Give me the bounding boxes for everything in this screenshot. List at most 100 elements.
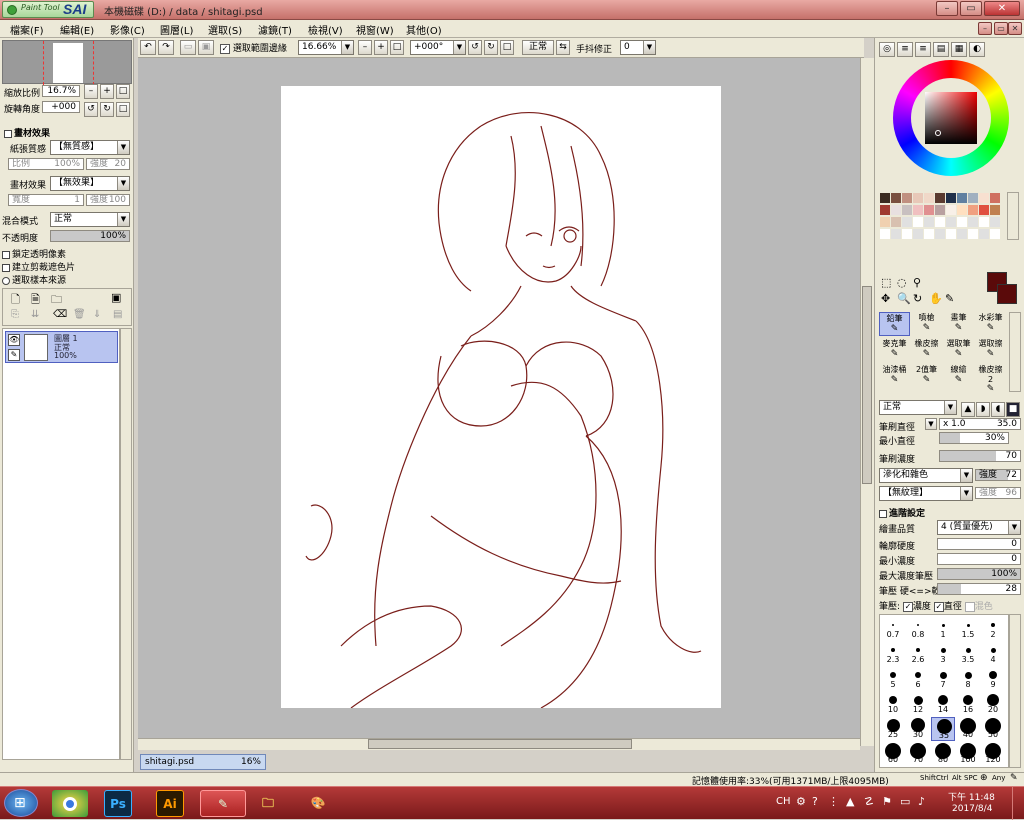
show-desktop-button[interactable]	[1012, 787, 1024, 820]
menu-layer[interactable]: 圖層(L)	[160, 22, 193, 37]
flag-icon[interactable]: ⚑	[882, 795, 892, 808]
illustrator-taskbar-icon[interactable]: Ai	[156, 790, 184, 817]
size-preset[interactable]: 12	[906, 692, 930, 716]
rotate-icon[interactable]: ↻	[913, 292, 922, 305]
color-swatch[interactable]	[902, 193, 912, 203]
color-swatch[interactable]	[880, 229, 890, 239]
select-edge-toggle[interactable]: ✓ 選取範圍邊緣	[220, 41, 287, 54]
shape-square-icon[interactable]: ■	[1006, 402, 1020, 417]
menu-image[interactable]: 影像(C)	[110, 22, 145, 37]
lock-alpha-option[interactable]: 鎖定透明像素	[2, 247, 66, 260]
color-swatch[interactable]	[990, 193, 1000, 203]
mask-icon[interactable]: ▣	[111, 291, 121, 304]
menu-view[interactable]: 檢視(V)	[308, 22, 343, 37]
color-swatch[interactable]	[880, 217, 890, 227]
flip-button[interactable]: ⇆	[556, 40, 570, 55]
shape-soft-icon[interactable]: ◖	[991, 402, 1005, 417]
new-layer-set-icon[interactable]: 🗎	[31, 291, 40, 310]
color-swatch[interactable]	[957, 205, 967, 215]
brush-tool[interactable]: 選取筆 ✎	[943, 338, 974, 362]
material-width-slider[interactable]: 寬度 1	[8, 194, 84, 206]
brush-tool[interactable]: 鉛筆 ✎	[879, 312, 910, 336]
brush-tool[interactable]: 線繪 ✎	[943, 364, 974, 388]
size-preset[interactable]: 1.5	[956, 617, 980, 641]
color-swatches[interactable]	[879, 192, 1007, 240]
shape-tri-icon[interactable]: ▲	[961, 402, 975, 417]
material-strength-slider[interactable]: 強度 100	[86, 194, 130, 206]
color-swatch[interactable]	[946, 205, 956, 215]
checkbox-icon[interactable]	[2, 263, 10, 272]
color-swatch[interactable]	[891, 205, 901, 215]
sample-source-option[interactable]: 選取樣本來源	[2, 273, 66, 286]
opacity-slider[interactable]: 100%	[50, 230, 130, 242]
zoom-select[interactable]: 16.66% ▼	[298, 40, 354, 55]
menu-file[interactable]: 檔案(F)	[10, 22, 44, 37]
new-layer-icon[interactable]: 🗋	[11, 291, 20, 310]
color-swatch[interactable]	[990, 217, 1000, 227]
color-swatch[interactable]	[902, 229, 912, 239]
size-preset[interactable]: 0.8	[906, 617, 930, 641]
color-swatch[interactable]	[968, 217, 978, 227]
move-icon[interactable]: ✥	[881, 292, 890, 305]
density-slider[interactable]: 70	[939, 450, 1021, 462]
size-preset[interactable]: 60	[881, 742, 905, 766]
size-preset[interactable]: 80	[931, 742, 955, 766]
color-swatch[interactable]	[880, 193, 890, 203]
horizontal-scroll-thumb[interactable]	[368, 739, 632, 749]
brush-tool[interactable]: 水彩筆 ✎	[975, 312, 1006, 336]
color-swatch[interactable]	[946, 229, 956, 239]
color-swatch[interactable]	[957, 229, 967, 239]
color-wheel[interactable]	[893, 60, 1009, 176]
layer-scrollbar[interactable]	[120, 328, 132, 760]
network-icon[interactable]: ▭	[900, 795, 910, 808]
size-preset[interactable]: 16	[956, 692, 980, 716]
size-preset[interactable]: 20	[981, 692, 1005, 716]
color-swatch[interactable]	[957, 193, 967, 203]
invert-select-button[interactable]: ▣	[198, 40, 214, 55]
color-swatch[interactable]	[902, 217, 912, 227]
options-icon[interactable]: ⋮	[828, 795, 839, 808]
secondary-color-swatch[interactable]	[997, 284, 1017, 304]
size-preset[interactable]: 9	[981, 667, 1005, 691]
paint-taskbar-icon[interactable]: 🎨	[300, 790, 336, 817]
brush-tool[interactable]: 畫筆 ✎	[943, 312, 974, 336]
layer-row[interactable]: 👁 ✎ 圖層 1 正常 100%	[5, 331, 118, 363]
brush-tool[interactable]: 油漆桶 ✎	[879, 364, 910, 388]
material-select[interactable]: 【無效果】 ▼	[50, 176, 130, 191]
magic-wand-icon[interactable]: ⚲	[913, 276, 921, 289]
blend-mode-button[interactable]: 正常	[522, 40, 554, 55]
brush-size-mult-button[interactable]: ▼	[925, 418, 937, 430]
nav-rotate-right-button[interactable]: ↻	[100, 102, 114, 117]
color-swatch[interactable]	[935, 193, 945, 203]
language-indicator[interactable]: CH	[776, 796, 791, 807]
copy-layer-icon[interactable]: ⎘	[11, 309, 19, 320]
color-bar-tab-icon[interactable]: ▤	[933, 42, 949, 57]
swatch-scrollbar[interactable]	[1007, 192, 1019, 240]
size-preset[interactable]: 6	[906, 667, 930, 691]
size-preset[interactable]: 7	[931, 667, 955, 691]
explorer-taskbar-icon[interactable]: 🗀	[250, 790, 286, 817]
doc-restore-button[interactable]: ▭	[994, 22, 1008, 35]
canvas-paper[interactable]	[281, 86, 721, 709]
color-swatch[interactable]	[935, 217, 945, 227]
deselect-button[interactable]: ▭	[180, 40, 196, 55]
volume-icon[interactable]: ♪	[918, 795, 925, 808]
size-preset[interactable]: 3.5	[956, 642, 980, 666]
chrome-taskbar-icon[interactable]	[52, 790, 88, 817]
eye-icon[interactable]: 👁	[8, 334, 20, 346]
size-preset[interactable]: 10	[881, 692, 905, 716]
min-density-slider[interactable]: 0	[937, 553, 1021, 565]
color-swatch[interactable]	[979, 193, 989, 203]
rect-select-icon[interactable]: ⬚	[881, 276, 891, 289]
color-swatch[interactable]	[979, 229, 989, 239]
restore-button[interactable]: ▭	[960, 1, 982, 16]
color-swatch[interactable]	[957, 217, 967, 227]
brush-size-slider[interactable]: x 1.0 35.0	[939, 418, 1021, 430]
merge-visible-icon[interactable]: ⇓	[93, 309, 101, 320]
size-preset[interactable]: 40	[956, 717, 980, 741]
nav-zoom-reset-button[interactable]: □	[116, 84, 130, 99]
color-swatch[interactable]	[946, 193, 956, 203]
size-preset[interactable]: 0.7	[881, 617, 905, 641]
menu-window[interactable]: 視窗(W)	[356, 22, 394, 37]
rgb-slider-tab-icon[interactable]: ≡	[897, 42, 913, 57]
